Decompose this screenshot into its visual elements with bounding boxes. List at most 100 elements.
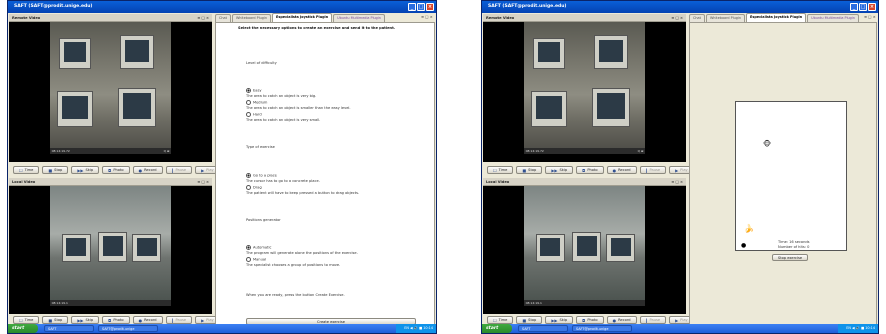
type-title: Type of exercise — [246, 145, 275, 149]
stop-button[interactable]: ■ Stop — [516, 316, 543, 324]
remote-video-window-controls[interactable]: ≡ □ × — [671, 14, 683, 22]
monkey-target-icon[interactable]: 🐵 — [763, 140, 771, 148]
radio-icon — [246, 185, 251, 190]
record-button[interactable]: ● Record — [606, 166, 637, 174]
system-tray: EN ◀ 🔊 ■ 10:14 — [396, 324, 436, 333]
radio-automatic[interactable]: Automatic — [246, 245, 271, 250]
camera-icon: ◘ — [108, 317, 112, 323]
local-video-title: Local Video — [12, 180, 36, 184]
tab-chat[interactable]: Chat — [215, 14, 231, 22]
close-button[interactable]: × — [868, 3, 876, 11]
remote-video-image — [49, 22, 172, 154]
tab-whiteboard[interactable]: Whiteboard Plugin — [231, 14, 272, 22]
photo-button[interactable]: ◘ Photo — [102, 166, 130, 174]
record-button[interactable]: ● Record — [132, 316, 163, 324]
stop-button[interactable]: ■ Stop — [516, 166, 543, 174]
pause-button[interactable]: ‖ Pause — [165, 316, 193, 324]
stop-button[interactable]: ■ Stop — [42, 316, 69, 324]
tab-whiteboard[interactable]: Whiteboard Plugin — [705, 14, 746, 22]
taskbar-item-window[interactable]: SAFT@prodit.unige — [572, 325, 632, 332]
taskbar-item-window[interactable]: SAFT@prodit.unige — [98, 325, 158, 332]
remote-video-window-controls[interactable]: ≡ □ × — [197, 14, 209, 22]
radio-easy[interactable]: Easy — [246, 88, 261, 93]
exercise-form: Select the necessary options to create a… — [215, 22, 435, 325]
remote-video-image — [523, 22, 646, 154]
local-video-statusbar: 08:14:19.1 — [49, 300, 172, 306]
radio-go-to-place[interactable]: Go to a place — [246, 173, 277, 178]
stop-exercise-button[interactable]: Stop exercise — [772, 254, 808, 261]
time-button[interactable]: ☐ Time — [13, 316, 40, 324]
maximize-button[interactable]: □ — [417, 3, 425, 11]
tab-multimedia[interactable]: Ubuntu Multimedia Plugin — [807, 14, 859, 22]
monitor-shape — [530, 90, 567, 127]
pause-button[interactable]: ‖ Pause — [639, 316, 667, 324]
minimize-button[interactable]: _ — [408, 3, 416, 11]
remote-video-header: Remote Video ≡ □ × — [9, 14, 212, 22]
drag-desc: The patient will have to keep pressed a … — [246, 191, 360, 195]
start-button[interactable]: start — [8, 324, 38, 333]
tab-joystick[interactable]: Especialista Joystick Plugin — [272, 13, 333, 22]
record-button[interactable]: ● Record — [132, 166, 163, 174]
radio-manual[interactable]: Manual — [246, 257, 266, 262]
tab-window-controls[interactable]: ≡ □ × — [421, 15, 433, 19]
stop-button[interactable]: ■ Stop — [42, 166, 69, 174]
local-video-window-controls[interactable]: ≡ □ × — [197, 178, 209, 186]
skip-button[interactable]: ▶▶ Skip — [545, 316, 574, 324]
remote-video-zoom[interactable]: Q ⊞ — [638, 148, 644, 154]
local-video-timestamp: 08:14:19.1 — [51, 301, 68, 305]
pause-icon: ‖ — [171, 167, 174, 173]
remote-video-statusbar: 08:14:19.72 Q ⊞ — [49, 148, 172, 154]
maximize-button[interactable]: □ — [859, 3, 867, 11]
minimize-button[interactable]: _ — [850, 3, 858, 11]
tab-chat[interactable]: Chat — [689, 14, 705, 22]
time-button[interactable]: ☐ Time — [13, 166, 40, 174]
remote-video-view: 08:14:19.72 Q ⊞ — [9, 22, 212, 162]
skip-icon: ▶▶ — [77, 167, 84, 173]
close-button[interactable]: × — [426, 3, 434, 11]
local-video-image — [523, 186, 646, 306]
play-icon: ▶ — [675, 167, 679, 173]
go-to-place-desc: The cursor has to go to a concrete place… — [246, 179, 320, 183]
photo-button[interactable]: ◘ Photo — [102, 316, 130, 324]
tab-window-controls[interactable]: ≡ □ × — [864, 15, 876, 19]
stop-icon: ■ — [48, 167, 53, 173]
radio-medium[interactable]: Medium — [246, 100, 267, 105]
time-button[interactable]: ☐ Time — [487, 166, 514, 174]
time-button[interactable]: ☐ Time — [487, 316, 514, 324]
monitor-shape — [535, 234, 565, 263]
record-button[interactable]: ● Record — [606, 316, 637, 324]
exercise-canvas[interactable]: 🐵 🍌 ● Time: 16 seconds Number of hits: 0 — [735, 101, 847, 251]
window-title-bar: SAFT (SAFT@prodit.unige.edu) _ □ × — [8, 1, 436, 13]
remote-video-zoom[interactable]: Q ⊞ — [164, 148, 170, 154]
right-screenshot: SAFT (SAFT@prodit.unige.edu) _ □ × Remot… — [481, 0, 879, 334]
radio-drag[interactable]: Drag — [246, 185, 262, 190]
remote-video-view: 08:14:19.72 Q ⊞ — [483, 22, 686, 162]
photo-button[interactable]: ◘ Photo — [576, 166, 604, 174]
pause-icon: ‖ — [645, 317, 648, 323]
camera-icon: ◘ — [582, 317, 586, 323]
taskbar-item-saft[interactable]: SAFT — [518, 325, 568, 332]
taskbar: start SAFT SAFT@prodit.unige EN ◀ 🔊 ■ 10… — [8, 324, 436, 333]
manual-desc: The specialist chooses a group of positi… — [246, 263, 341, 267]
pause-button[interactable]: ‖ Pause — [165, 166, 193, 174]
local-video-window-controls[interactable]: ≡ □ × — [671, 178, 683, 186]
skip-icon: ▶▶ — [551, 317, 558, 323]
start-button[interactable]: start — [482, 324, 512, 333]
local-video-timestamp: 08:14:19.1 — [525, 301, 542, 305]
skip-icon: ▶▶ — [551, 167, 558, 173]
photo-button[interactable]: ◘ Photo — [576, 316, 604, 324]
play-icon: ▶ — [201, 317, 205, 323]
camera-icon: ◘ — [108, 167, 112, 173]
skip-button[interactable]: ▶▶ Skip — [545, 166, 574, 174]
pause-button[interactable]: ‖ Pause — [639, 166, 667, 174]
hits-label: Number of hits: 0 — [778, 245, 810, 249]
banana-icon[interactable]: 🍌 — [744, 224, 754, 233]
tab-joystick[interactable]: Especialista Joystick Plugin — [746, 13, 807, 22]
taskbar-item-saft[interactable]: SAFT — [44, 325, 94, 332]
system-tray: EN ◀ 🔊 ■ 10:14 — [838, 324, 878, 333]
tab-multimedia[interactable]: Ubuntu Multimedia Plugin — [333, 14, 385, 22]
radio-hard[interactable]: Hard — [246, 112, 262, 117]
exercise-area: 🐵 🍌 ● Time: 16 seconds Number of hits: 0… — [689, 22, 877, 325]
skip-button[interactable]: ▶▶ Skip — [71, 316, 100, 324]
skip-button[interactable]: ▶▶ Skip — [71, 166, 100, 174]
